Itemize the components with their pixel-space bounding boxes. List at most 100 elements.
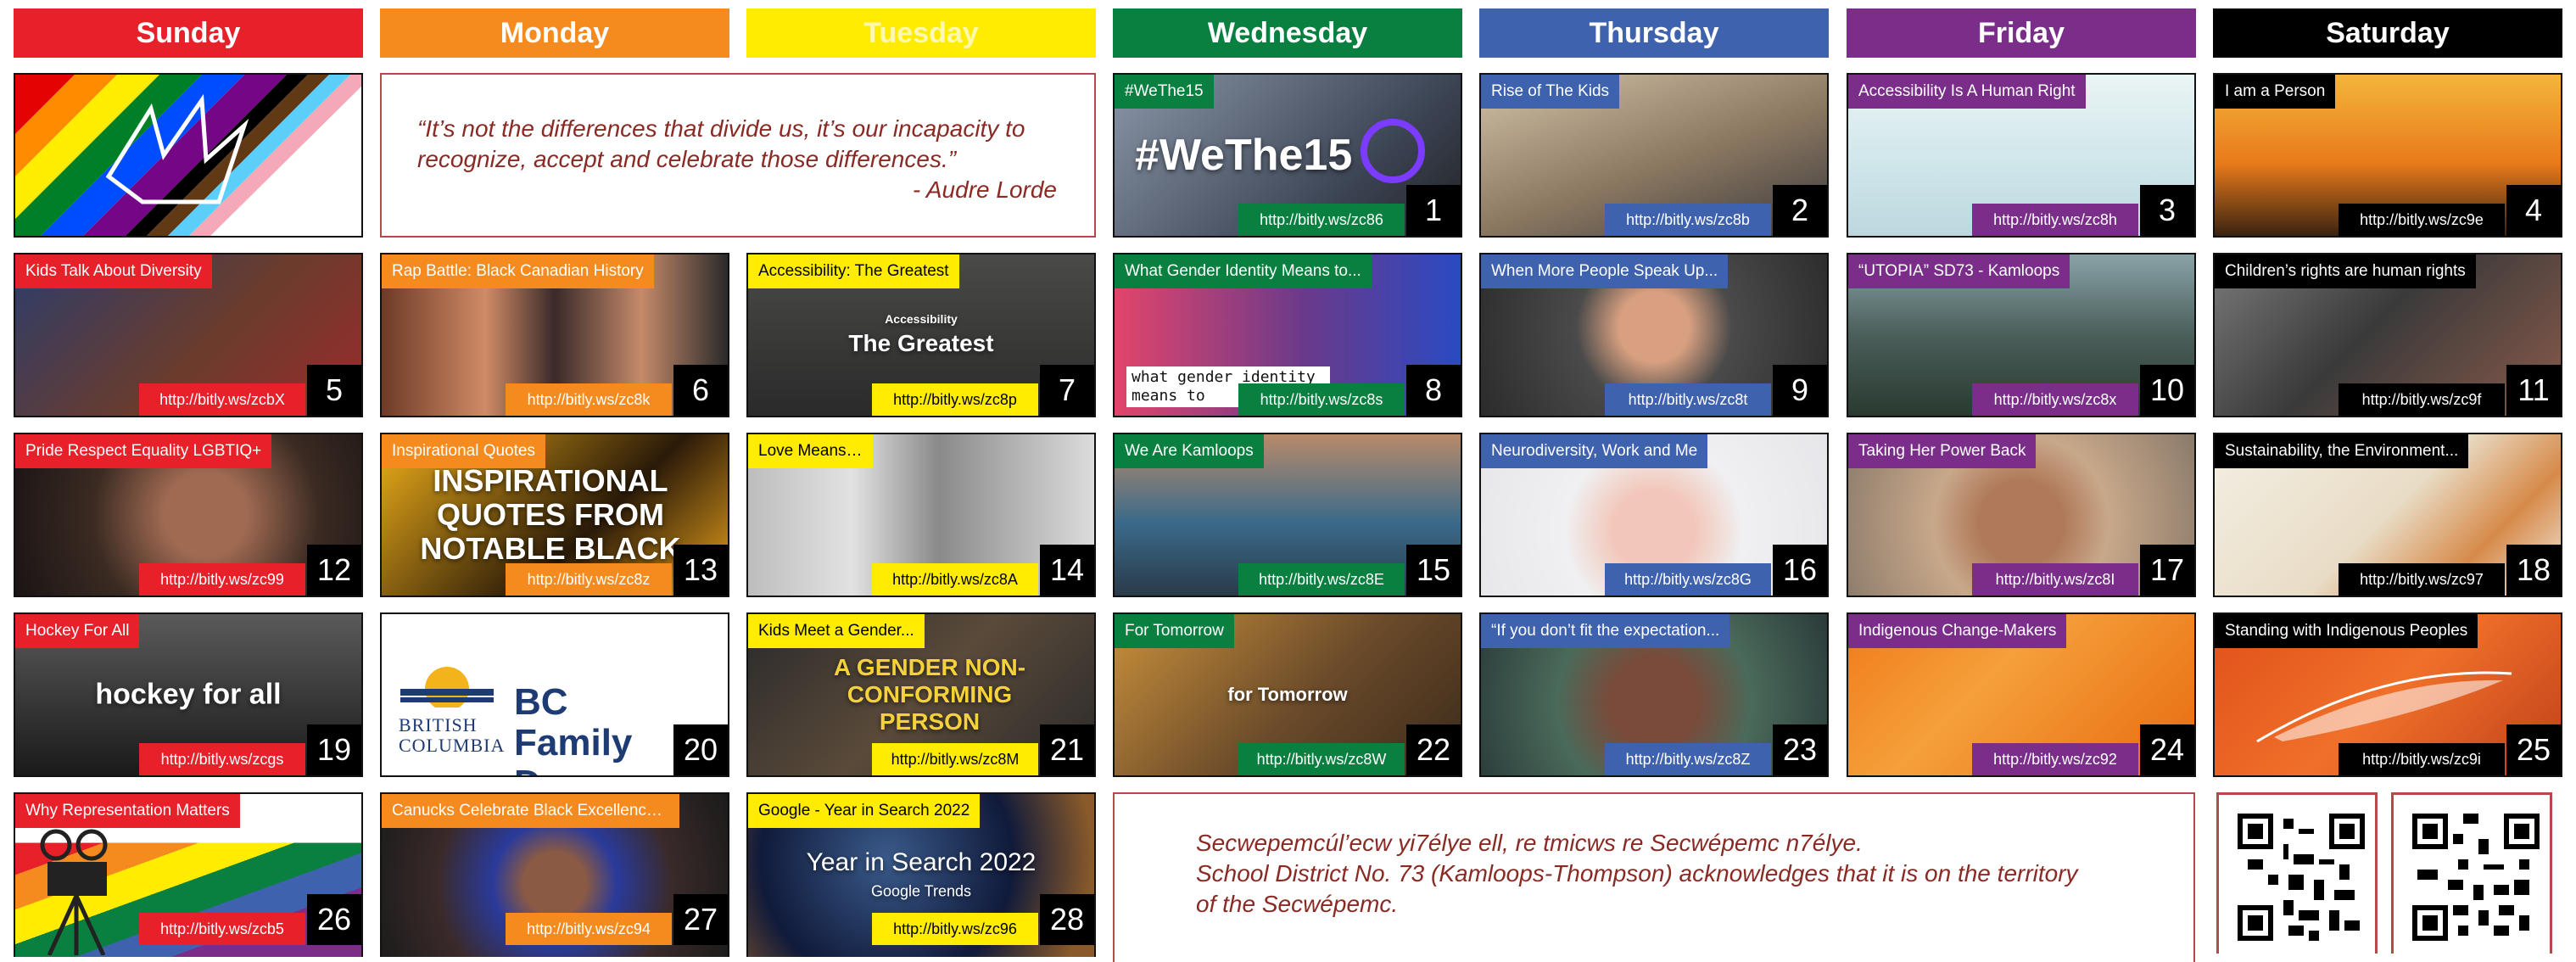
video-link[interactable]: http://bitly.ws/zc99 bbox=[139, 563, 305, 596]
video-link[interactable]: http://bitly.ws/zcbX bbox=[139, 383, 305, 416]
video-title: Accessibility Is A Human Right bbox=[1848, 75, 2086, 109]
video-card-3[interactable]: Accessibility Is A Human Right http://bi… bbox=[1847, 73, 2196, 238]
qr-code-icon bbox=[2238, 814, 2365, 941]
video-card-8[interactable]: what gender identity means to What Gende… bbox=[1113, 253, 1462, 417]
video-link[interactable]: http://bitly.ws/zc8G bbox=[1605, 563, 1771, 596]
video-link[interactable]: http://bitly.ws/zc8b bbox=[1605, 204, 1771, 236]
gender-nonconforming-overlay: A GENDER NON-CONFORMING PERSON bbox=[833, 654, 1026, 735]
qr-code-1[interactable] bbox=[2216, 792, 2378, 954]
video-card-1[interactable]: #WeThe15 #WeThe15 http://bitly.ws/zc86 1 bbox=[1113, 73, 1462, 238]
video-card-21[interactable]: A GENDER NON-CONFORMING PERSON Kids Meet… bbox=[746, 612, 1096, 777]
wethe15-overlay: #WeThe15 bbox=[1135, 131, 1353, 180]
video-link[interactable]: http://bitly.ws/zc9e bbox=[2339, 204, 2505, 236]
video-card-24[interactable]: Indigenous Change-Makers http://bitly.ws… bbox=[1847, 612, 2196, 777]
video-card-27[interactable]: Canucks Celebrate Black Excellence Day h… bbox=[380, 792, 729, 957]
video-link[interactable]: http://bitly.ws/zc8E bbox=[1238, 563, 1405, 596]
video-card-6[interactable]: Rap Battle: Black Canadian History http:… bbox=[380, 253, 729, 417]
video-card-4[interactable]: I am a Person http://bitly.ws/zc9e 4 bbox=[2213, 73, 2562, 238]
day-number: 6 bbox=[673, 365, 728, 416]
ack-line-3: of the Secwépemc. bbox=[1196, 891, 1399, 917]
day-number: 14 bbox=[1040, 545, 1094, 596]
video-card-28[interactable]: Year in Search 2022 Google Trends Google… bbox=[746, 792, 1096, 957]
day-number: 7 bbox=[1040, 365, 1094, 416]
video-title: Love Means… bbox=[748, 434, 873, 468]
header-wednesday: Wednesday bbox=[1113, 8, 1462, 58]
day-number: 15 bbox=[1406, 545, 1461, 596]
video-link[interactable]: http://bitly.ws/zc8k bbox=[506, 383, 672, 416]
day-number: 20 bbox=[673, 724, 728, 775]
video-link[interactable]: http://bitly.ws/zc96 bbox=[872, 913, 1038, 945]
day-number: 16 bbox=[1773, 545, 1827, 596]
video-title: When More People Speak Up... bbox=[1481, 254, 1729, 288]
video-card-20[interactable]: BRITISH COLUMBIA BC Family Day 20 bbox=[380, 612, 729, 777]
video-card-17[interactable]: Taking Her Power Back http://bitly.ws/zc… bbox=[1847, 433, 2196, 597]
day-number: 3 bbox=[2140, 185, 2194, 236]
greatest-overlay: The Greatest bbox=[848, 329, 994, 356]
video-link[interactable]: http://bitly.ws/zc94 bbox=[506, 913, 672, 945]
video-link[interactable]: http://bitly.ws/zcgs bbox=[139, 743, 305, 775]
video-link[interactable]: http://bitly.ws/zc9f bbox=[2339, 383, 2505, 416]
video-card-2[interactable]: Rise of The Kids http://bitly.ws/zc8b 2 bbox=[1479, 73, 1829, 238]
video-card-14[interactable]: Love Means… http://bitly.ws/zc8A 14 bbox=[746, 433, 1096, 597]
video-card-18[interactable]: Sustainability, the Environment... http:… bbox=[2213, 433, 2562, 597]
day-number: 26 bbox=[307, 894, 361, 945]
qr-code-2[interactable] bbox=[2391, 792, 2552, 954]
video-title: Kids Talk About Diversity bbox=[15, 254, 212, 288]
video-card-12[interactable]: Pride Respect Equality LGBTIQ+ http://bi… bbox=[14, 433, 363, 597]
video-card-25[interactable]: Standing with Indigenous Peoples http://… bbox=[2213, 612, 2562, 777]
ack-line-1: Secwepemcúl’ecw yi7élye ell, re tmicws r… bbox=[1196, 830, 1863, 856]
video-card-16[interactable]: Neurodiversity, Work and Me http://bitly… bbox=[1479, 433, 1829, 597]
film-camera-icon bbox=[40, 829, 108, 955]
ack-line-2: School District No. 73 (Kamloops-Thompso… bbox=[1196, 860, 2078, 886]
video-link[interactable]: http://bitly.ws/zc8W bbox=[1238, 743, 1405, 775]
video-card-5[interactable]: Kids Talk About Diversity http://bitly.w… bbox=[14, 253, 363, 417]
video-title: #WeThe15 bbox=[1115, 75, 1214, 109]
video-link[interactable]: http://bitly.ws/zc8M bbox=[872, 743, 1038, 775]
video-link[interactable]: http://bitly.ws/zc8z bbox=[506, 563, 672, 596]
video-link[interactable]: http://bitly.ws/zc8I bbox=[1972, 563, 2138, 596]
video-card-15[interactable]: We Are Kamloops http://bitly.ws/zc8E 15 bbox=[1113, 433, 1462, 597]
video-card-7[interactable]: Accessibility The Greatest Accessibility… bbox=[746, 253, 1096, 417]
day-number: 8 bbox=[1406, 365, 1461, 416]
video-card-11[interactable]: Children’s rights are human rights http:… bbox=[2213, 253, 2562, 417]
video-link[interactable]: http://bitly.ws/zc9i bbox=[2339, 743, 2505, 775]
video-link[interactable]: http://bitly.ws/zc8t bbox=[1605, 383, 1771, 416]
day-number: 9 bbox=[1773, 365, 1827, 416]
video-card-9[interactable]: When More People Speak Up... http://bitl… bbox=[1479, 253, 1829, 417]
video-link[interactable]: http://bitly.ws/zc97 bbox=[2339, 563, 2505, 596]
video-card-23[interactable]: “If you don’t fit the expectation... htt… bbox=[1479, 612, 1829, 777]
land-acknowledgement-box: Secwepemcúl’ecw yi7élye ell, re tmicws r… bbox=[1113, 792, 2195, 962]
purple-arrow-icon bbox=[1361, 119, 1425, 183]
video-link[interactable]: http://bitly.ws/zc8Z bbox=[1605, 743, 1771, 775]
video-link[interactable]: http://bitly.ws/zc8p bbox=[872, 383, 1038, 416]
quote-author: - Audre Lorde bbox=[912, 176, 1057, 203]
video-title: “UTOPIA” SD73 - Kamloops bbox=[1848, 254, 2070, 288]
video-title: Inspirational Quotes bbox=[382, 434, 545, 468]
day-number: 24 bbox=[2140, 724, 2194, 775]
video-card-19[interactable]: hockey for all Hockey For All http://bit… bbox=[14, 612, 363, 777]
video-link[interactable]: http://bitly.ws/zc8s bbox=[1238, 383, 1405, 416]
video-link[interactable]: http://bitly.ws/zc8h bbox=[1972, 204, 2138, 236]
video-title: “If you don’t fit the expectation... bbox=[1481, 614, 1730, 648]
day-number: 23 bbox=[1773, 724, 1827, 775]
day-number: 22 bbox=[1406, 724, 1461, 775]
video-card-13[interactable]: INSPIRATIONAL QUOTES FROM NOTABLE BLACK … bbox=[380, 433, 729, 597]
day-number: 17 bbox=[2140, 545, 2194, 596]
header-tuesday: Tuesday bbox=[746, 8, 1096, 58]
video-card-26[interactable]: Why Representation Matters http://bitly.… bbox=[14, 792, 363, 957]
video-link[interactable]: http://bitly.ws/zcb5 bbox=[139, 913, 305, 945]
video-link[interactable]: http://bitly.ws/zc92 bbox=[1972, 743, 2138, 775]
greatest-small-overlay: Accessibility bbox=[885, 312, 958, 326]
video-title: Kids Meet a Gender... bbox=[748, 614, 925, 648]
for-tomorrow-overlay: for Tomorrow bbox=[1227, 684, 1348, 705]
day-number: 2 bbox=[1773, 185, 1827, 236]
day-number: 13 bbox=[673, 545, 728, 596]
video-link[interactable]: http://bitly.ws/zc8x bbox=[1972, 383, 2138, 416]
video-link[interactable]: http://bitly.ws/zc86 bbox=[1238, 204, 1405, 236]
video-link[interactable]: http://bitly.ws/zc8A bbox=[872, 563, 1038, 596]
video-card-22[interactable]: for Tomorrow For Tomorrow http://bitly.w… bbox=[1113, 612, 1462, 777]
video-title: Accessibility: The Greatest bbox=[748, 254, 959, 288]
day-number: 5 bbox=[307, 365, 361, 416]
video-card-10[interactable]: “UTOPIA” SD73 - Kamloops http://bitly.ws… bbox=[1847, 253, 2196, 417]
quote-text: “It’s not the differences that divide us… bbox=[417, 115, 1025, 172]
